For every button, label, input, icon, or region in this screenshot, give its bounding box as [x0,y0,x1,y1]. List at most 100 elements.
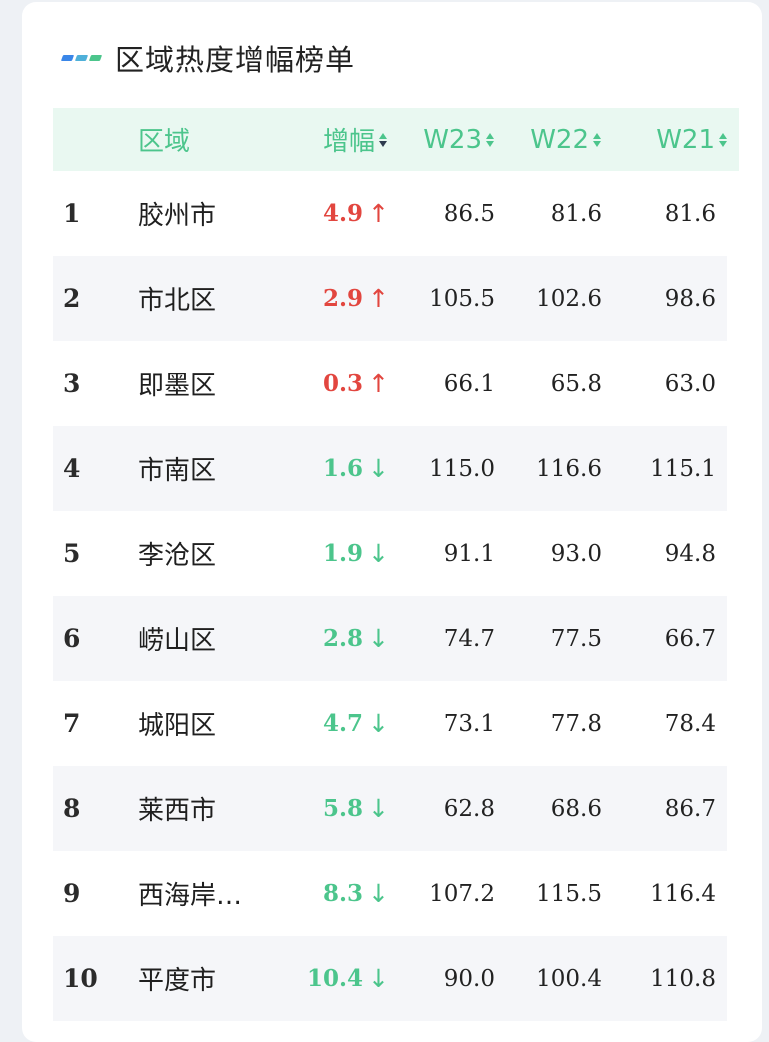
w22-value: 116.6 [536,455,602,482]
card-title: 区域热度增幅榜单 [115,43,356,77]
column-header-w21[interactable]: W21 [656,108,727,171]
column-header-delta-label: 增幅 [322,127,375,157]
column-header-w21-label: W21 [656,124,715,155]
region-name[interactable]: 莱西市 [138,766,216,851]
region-name[interactable]: 崂山区 [138,596,216,681]
table-row[interactable]: 5 李沧区 1.9 ↓ 91.1 93.0 94.8 [53,511,727,596]
delta-value: 2.9 ↑ [323,256,389,341]
arrow-down-icon: ↓ [368,624,389,653]
w23-value: 107.2 [429,880,495,907]
delta-number: 2.8 [323,625,364,652]
arrow-down-icon: ↓ [368,794,389,823]
title-mark-bar [74,55,89,61]
region-name[interactable]: 平度市 [138,936,216,1021]
table-row[interactable]: 9 西海岸… 8.3 ↓ 107.2 115.5 116.4 [53,851,727,936]
card-header: 区域热度增幅榜单 [60,38,356,78]
delta-value: 4.7 ↓ [323,681,389,766]
column-header-delta[interactable]: 增幅 [323,108,387,171]
region-name[interactable]: 西海岸… [138,851,242,936]
column-header-w23[interactable]: W23 [423,108,494,171]
w23-value: 66.1 [443,370,495,397]
arrow-up-icon: ↑ [368,284,389,313]
w22-value: 115.5 [536,880,602,907]
w22-value: 81.6 [550,200,602,227]
delta-value: 0.3 ↑ [323,341,389,426]
region-name[interactable]: 李沧区 [138,511,216,596]
delta-value: 1.6 ↓ [323,426,389,511]
delta-number: 4.9 [323,200,364,227]
w22-value: 102.6 [536,285,602,312]
sort-icon[interactable] [593,132,601,147]
delta-value: 2.8 ↓ [323,596,389,681]
arrow-down-icon: ↓ [368,709,389,738]
w22-value: 100.4 [536,965,602,992]
w21-value: 110.8 [650,965,716,992]
w23-value: 73.1 [443,710,495,737]
rank-number: 5 [63,539,81,568]
arrow-up-icon: ↑ [368,199,389,228]
delta-value: 8.3 ↓ [323,851,389,936]
table-row[interactable]: 10 平度市 10.4 ↓ 90.0 100.4 110.8 [53,936,727,1021]
region-name[interactable]: 市南区 [138,426,216,511]
table-row[interactable]: 2 市北区 2.9 ↑ 105.5 102.6 98.6 [53,256,727,341]
w23-value: 62.8 [443,795,495,822]
w21-value: 98.6 [664,285,716,312]
w23-value: 74.7 [443,625,495,652]
w21-value: 78.4 [664,710,716,737]
table-row[interactable]: 7 城阳区 4.7 ↓ 73.1 77.8 78.4 [53,681,727,766]
delta-number: 1.6 [323,455,364,482]
sort-icon[interactable] [486,132,494,147]
delta-number: 0.3 [323,370,364,397]
region-name[interactable]: 即墨区 [138,341,216,426]
w21-value: 115.1 [650,455,716,482]
region-name[interactable]: 城阳区 [138,681,216,766]
rank-number: 10 [63,964,98,993]
w22-value: 77.8 [550,710,602,737]
delta-number: 2.9 [323,285,364,312]
table-row[interactable]: 4 市南区 1.6 ↓ 115.0 116.6 115.1 [53,426,727,511]
w22-value: 65.8 [550,370,602,397]
arrow-down-icon: ↓ [368,879,389,908]
arrow-up-icon: ↑ [368,369,389,398]
column-header-region: 区域 [138,108,190,171]
rank-number: 4 [63,454,81,483]
rank-number: 7 [63,709,81,738]
w21-value: 81.6 [664,200,716,227]
delta-number: 1.9 [323,540,364,567]
sort-icon[interactable] [719,132,727,147]
rank-number: 1 [63,199,81,228]
rank-number: 8 [63,794,81,823]
delta-number: 4.7 [323,710,364,737]
title-mark-icon [60,55,103,61]
column-header-w22[interactable]: W22 [530,108,601,171]
w23-value: 86.5 [443,200,495,227]
w22-value: 77.5 [550,625,602,652]
region-name[interactable]: 市北区 [138,256,216,341]
delta-value: 10.4 ↓ [307,936,389,1021]
w23-value: 105.5 [429,285,495,312]
column-header-w23-label: W23 [423,124,482,155]
region-name[interactable]: 胶州市 [138,171,216,256]
table-row[interactable]: 1 胶州市 4.9 ↑ 86.5 81.6 81.6 [53,171,727,256]
title-mark-bar [88,55,103,61]
table-row[interactable]: 6 崂山区 2.8 ↓ 74.7 77.5 66.7 [53,596,727,681]
rank-number: 2 [63,284,81,313]
arrow-down-icon: ↓ [368,539,389,568]
table-row[interactable]: 3 即墨区 0.3 ↑ 66.1 65.8 63.0 [53,341,727,426]
w21-value: 94.8 [664,540,716,567]
sort-icon[interactable] [379,132,387,147]
table-row[interactable]: 8 莱西市 5.8 ↓ 62.8 68.6 86.7 [53,766,727,851]
rank-number: 3 [63,369,81,398]
title-mark-bar [60,55,75,61]
delta-number: 10.4 [307,965,364,992]
column-header-region-label: 区域 [138,127,191,157]
table-body: 1 胶州市 4.9 ↑ 86.5 81.6 81.6 2 市北区 2.9 ↑ 105.5 102.6 98… [53,171,739,1021]
table-header: 区域 增幅 W23 W22 W21 [53,108,739,171]
w23-value: 90.0 [443,965,495,992]
delta-value: 5.8 ↓ [323,766,389,851]
rank-number: 9 [63,879,81,908]
delta-value: 1.9 ↓ [323,511,389,596]
rank-number: 6 [63,624,81,653]
arrow-down-icon: ↓ [368,964,389,993]
w21-value: 116.4 [650,880,716,907]
